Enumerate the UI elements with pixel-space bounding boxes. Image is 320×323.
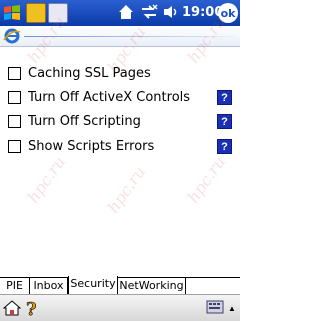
header-divider	[24, 36, 234, 37]
tab-strip: PIE Inbox Security NetWorking	[0, 276, 240, 295]
app1-icon[interactable]	[26, 3, 46, 23]
app2-icon[interactable]	[48, 3, 68, 23]
help-button[interactable]: ?	[217, 114, 232, 129]
tab-inbox[interactable]: Inbox	[30, 278, 68, 294]
tab-pie[interactable]: PIE	[0, 278, 30, 294]
tab-networking[interactable]: NetWorking	[118, 278, 186, 294]
watermark: hpc.ru	[103, 162, 150, 217]
help-button[interactable]: ?	[217, 139, 232, 154]
option-label: Caching SSL Pages	[28, 66, 151, 81]
option-script-errors[interactable]: Show Scripts Errors ?	[0, 139, 240, 157]
taskbar: 19:00 ok	[0, 0, 240, 26]
svg-text:?: ?	[26, 299, 37, 318]
watermark: hpc.ru	[183, 152, 230, 207]
ok-button[interactable]: ok	[218, 3, 238, 23]
option-label: Turn Off Scripting	[28, 114, 141, 129]
tab-security[interactable]: Security	[68, 276, 118, 294]
home-icon[interactable]	[118, 4, 134, 25]
watermark: hpc.ru	[23, 152, 70, 207]
checkbox[interactable]	[8, 115, 21, 128]
internet-explorer-icon	[3, 27, 21, 50]
keyboard-icon[interactable]	[206, 300, 224, 319]
option-activex[interactable]: Turn Off ActiveX Controls ?	[0, 90, 240, 108]
home-icon[interactable]	[2, 299, 22, 322]
command-bar: ? ▲	[0, 294, 240, 321]
option-scripting[interactable]: Turn Off Scripting ?	[0, 114, 240, 132]
option-caching-ssl[interactable]: Caching SSL Pages	[0, 66, 240, 84]
chevron-up-icon[interactable]: ▲	[228, 304, 236, 313]
option-label: Turn Off ActiveX Controls	[28, 90, 191, 105]
connectivity-icon[interactable]	[140, 4, 158, 25]
checkbox[interactable]	[8, 91, 21, 104]
checkbox[interactable]	[8, 67, 21, 80]
windows-start-icon[interactable]	[2, 3, 22, 23]
option-label: Show Scripts Errors	[28, 139, 155, 154]
help-icon[interactable]: ?	[24, 298, 40, 323]
volume-icon[interactable]	[162, 4, 180, 25]
checkbox[interactable]	[8, 140, 21, 153]
app-header	[0, 26, 240, 47]
help-button[interactable]: ?	[217, 90, 232, 105]
